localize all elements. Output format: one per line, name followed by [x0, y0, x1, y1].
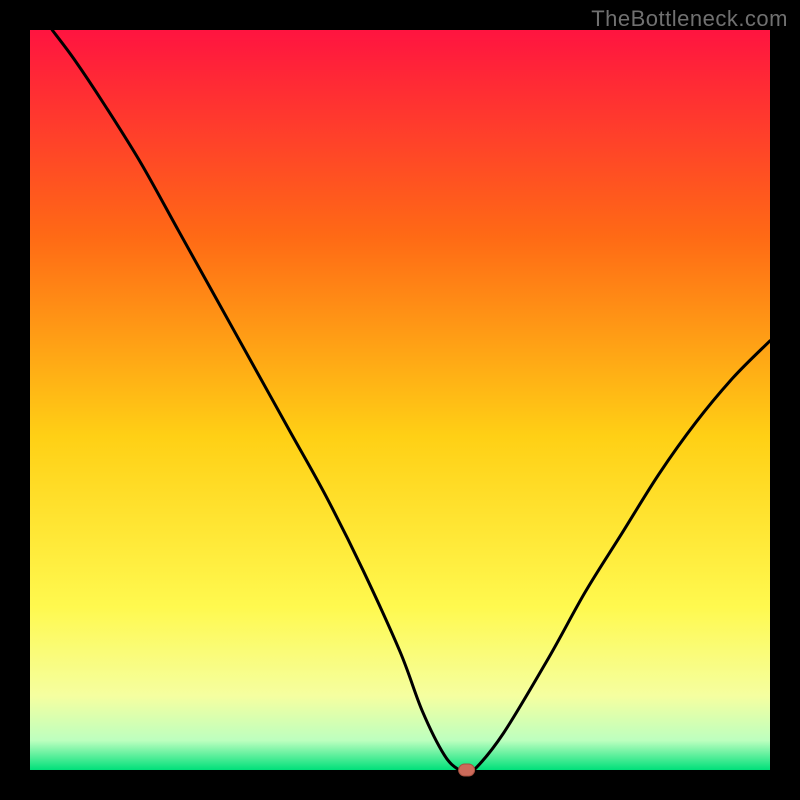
plot-area — [30, 30, 770, 776]
bottleneck-chart — [0, 0, 800, 800]
gradient-background — [30, 30, 770, 770]
attribution-label: TheBottleneck.com — [591, 6, 788, 32]
chart-stage: TheBottleneck.com — [0, 0, 800, 800]
optimal-point-marker — [459, 764, 475, 776]
